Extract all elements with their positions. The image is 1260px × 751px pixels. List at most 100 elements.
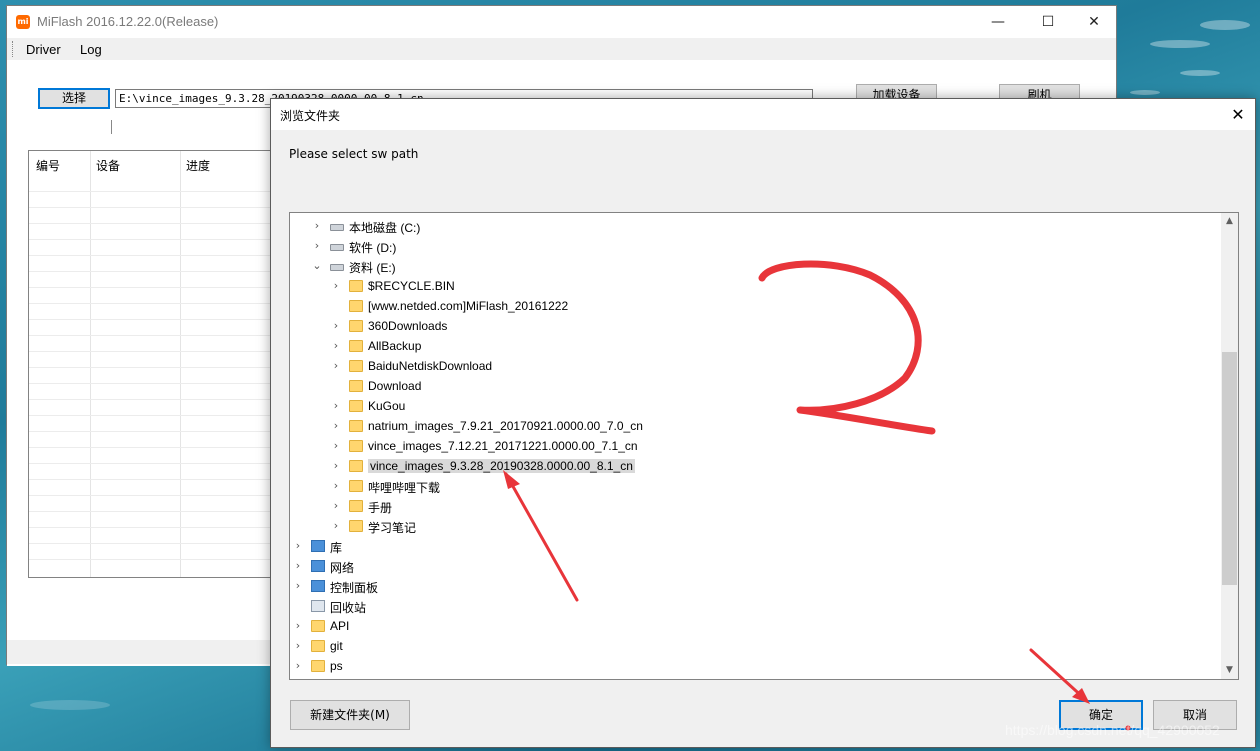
- tree-item[interactable]: › 哔哩哔哩下载: [290, 477, 1210, 497]
- tree-item[interactable]: › 本地磁盘 (C:): [290, 217, 1210, 237]
- tree-item-label: 360Downloads: [368, 319, 448, 333]
- chevron-right-icon[interactable]: ›: [330, 439, 342, 452]
- tree-item[interactable]: › ps: [290, 657, 1210, 677]
- folder-icon: [349, 500, 363, 512]
- device-grid[interactable]: 编号 设备 进度: [28, 150, 278, 578]
- chevron-right-icon[interactable]: ›: [311, 239, 323, 252]
- tree-item[interactable]: › git: [290, 637, 1210, 657]
- mi-logo-icon: mi: [16, 15, 30, 29]
- tree-item[interactable]: [www.netded.com]MiFlash_20161222: [290, 297, 1210, 317]
- chevron-right-icon[interactable]: ›: [330, 479, 342, 492]
- minimize-button[interactable]: —: [975, 6, 1021, 38]
- tree-item-label: $RECYCLE.BIN: [368, 279, 455, 293]
- tree-item[interactable]: › API: [290, 617, 1210, 637]
- grid-header: 编号 设备 进度: [29, 151, 277, 177]
- grid-row-line: [29, 223, 277, 224]
- chevron-right-icon[interactable]: ›: [330, 279, 342, 292]
- grid-row-line: [29, 207, 277, 208]
- tree-item[interactable]: Download: [290, 377, 1210, 397]
- scroll-down-icon[interactable]: ▼: [1221, 662, 1238, 679]
- tree-item-label: 资料 (E:): [349, 261, 396, 275]
- folder-icon: [349, 480, 363, 492]
- grid-row-line: [29, 255, 277, 256]
- tree-item-label: 网络: [330, 561, 355, 575]
- tree-item[interactable]: › natrium_images_7.9.21_20170921.0000.00_…: [290, 417, 1210, 437]
- folder-icon: [349, 300, 363, 312]
- chevron-down-icon[interactable]: ⌄: [311, 259, 323, 272]
- tree-item-label: vince_images_7.12.21_20171221.0000.00_7.…: [368, 439, 638, 453]
- tree-item[interactable]: › $RECYCLE.BIN: [290, 277, 1210, 297]
- column-device[interactable]: 设备: [96, 157, 120, 174]
- tree-item[interactable]: › vince_images_7.12.21_20171221.0000.00_7…: [290, 437, 1210, 457]
- chevron-right-icon[interactable]: ›: [330, 519, 342, 532]
- chevron-right-icon[interactable]: ›: [330, 319, 342, 332]
- grid-row-line: [29, 415, 277, 416]
- tree-item-label: API: [330, 619, 350, 633]
- chevron-right-icon[interactable]: ›: [292, 539, 304, 552]
- maximize-button[interactable]: ☐: [1025, 6, 1071, 38]
- grid-row-line: [29, 463, 277, 464]
- chevron-right-icon[interactable]: ›: [292, 559, 304, 572]
- tree-scrollbar[interactable]: ▲ ▼: [1221, 213, 1238, 679]
- tree-item[interactable]: › 软件 (D:): [290, 237, 1210, 257]
- new-folder-button[interactable]: 新建文件夹(M): [290, 700, 410, 730]
- chevron-right-icon[interactable]: ›: [330, 359, 342, 372]
- dialog-close-button[interactable]: ✕: [1221, 99, 1255, 130]
- tree-item-label: 软件 (D:): [349, 241, 397, 255]
- folder-icon: [311, 660, 325, 672]
- tree-item[interactable]: › AllBackup: [290, 337, 1210, 357]
- watermark: https://blog.csdn.net/qq_42900052: [1005, 722, 1220, 738]
- tree-item[interactable]: › 网络: [290, 557, 1210, 577]
- folder-icon: [349, 460, 363, 472]
- column-number[interactable]: 编号: [36, 157, 60, 174]
- chevron-right-icon[interactable]: ›: [292, 639, 304, 652]
- grid-divider: [90, 151, 91, 577]
- grid-row-line: [29, 319, 277, 320]
- chevron-right-icon[interactable]: ›: [330, 399, 342, 412]
- scroll-up-icon[interactable]: ▲: [1221, 213, 1238, 230]
- tree-item-label: KuGou: [368, 399, 406, 413]
- chevron-right-icon[interactable]: ›: [311, 219, 323, 232]
- folder-icon: [349, 340, 363, 352]
- menu-driver[interactable]: Driver: [26, 42, 61, 57]
- tree-item-label: 公文: [330, 679, 354, 680]
- drive-icon: [330, 244, 344, 251]
- control-panel-icon: [311, 580, 325, 592]
- chevron-right-icon[interactable]: ›: [292, 619, 304, 632]
- tree-item[interactable]: › 360Downloads: [290, 317, 1210, 337]
- dialog-title-bar[interactable]: 浏览文件夹 ✕: [271, 99, 1255, 130]
- column-progress[interactable]: 进度: [186, 157, 210, 174]
- select-button[interactable]: 选择: [38, 88, 110, 109]
- tree-item[interactable]: › BaiduNetdiskDownload: [290, 357, 1210, 377]
- tree-item[interactable]: ⌄ 资料 (E:): [290, 257, 1210, 277]
- tree-item[interactable]: › 学习笔记: [290, 517, 1210, 537]
- folder-icon: [349, 440, 363, 452]
- chevron-right-icon[interactable]: ›: [330, 339, 342, 352]
- chevron-right-icon[interactable]: ›: [330, 499, 342, 512]
- close-button[interactable]: ✕: [1071, 6, 1117, 38]
- tree-item[interactable]: › 手册: [290, 497, 1210, 517]
- menu-log[interactable]: Log: [80, 42, 102, 57]
- grid-row-line: [29, 367, 277, 368]
- chevron-right-icon[interactable]: ›: [330, 419, 342, 432]
- tree-item-label: vince_images_9.3.28_20190328.0000.00_8.1…: [368, 459, 635, 473]
- scroll-thumb[interactable]: [1222, 352, 1237, 585]
- grid-row-line: [29, 527, 277, 528]
- tree-item[interactable]: 公文: [290, 677, 1210, 680]
- tree-item[interactable]: 回收站: [290, 597, 1210, 617]
- tree-item[interactable]: › 控制面板: [290, 577, 1210, 597]
- tree-item-selected[interactable]: › vince_images_9.3.28_20190328.0000.00_8.…: [290, 457, 1210, 477]
- folder-icon: [311, 620, 325, 632]
- menu-grip: [12, 41, 14, 57]
- dialog-description: Please select sw path: [289, 147, 419, 161]
- folder-tree[interactable]: ▲ ▼ › 本地磁盘 (C:) › 软件 (D:) ⌄ 资料 (E:) › $RECYCLE.…: [289, 212, 1239, 680]
- tree-item[interactable]: › KuGou: [290, 397, 1210, 417]
- chevron-right-icon[interactable]: ›: [292, 579, 304, 592]
- grid-row-line: [29, 495, 277, 496]
- tree-item[interactable]: › 库: [290, 537, 1210, 557]
- chevron-right-icon[interactable]: ›: [292, 659, 304, 672]
- tree-item-label: [www.netded.com]MiFlash_20161222: [368, 299, 569, 313]
- chevron-right-icon[interactable]: ›: [330, 459, 342, 472]
- title-bar[interactable]: mi MiFlash 2016.12.22.0(Release) — ☐ ✕: [7, 6, 1116, 38]
- tree-item-label: Download: [368, 379, 422, 393]
